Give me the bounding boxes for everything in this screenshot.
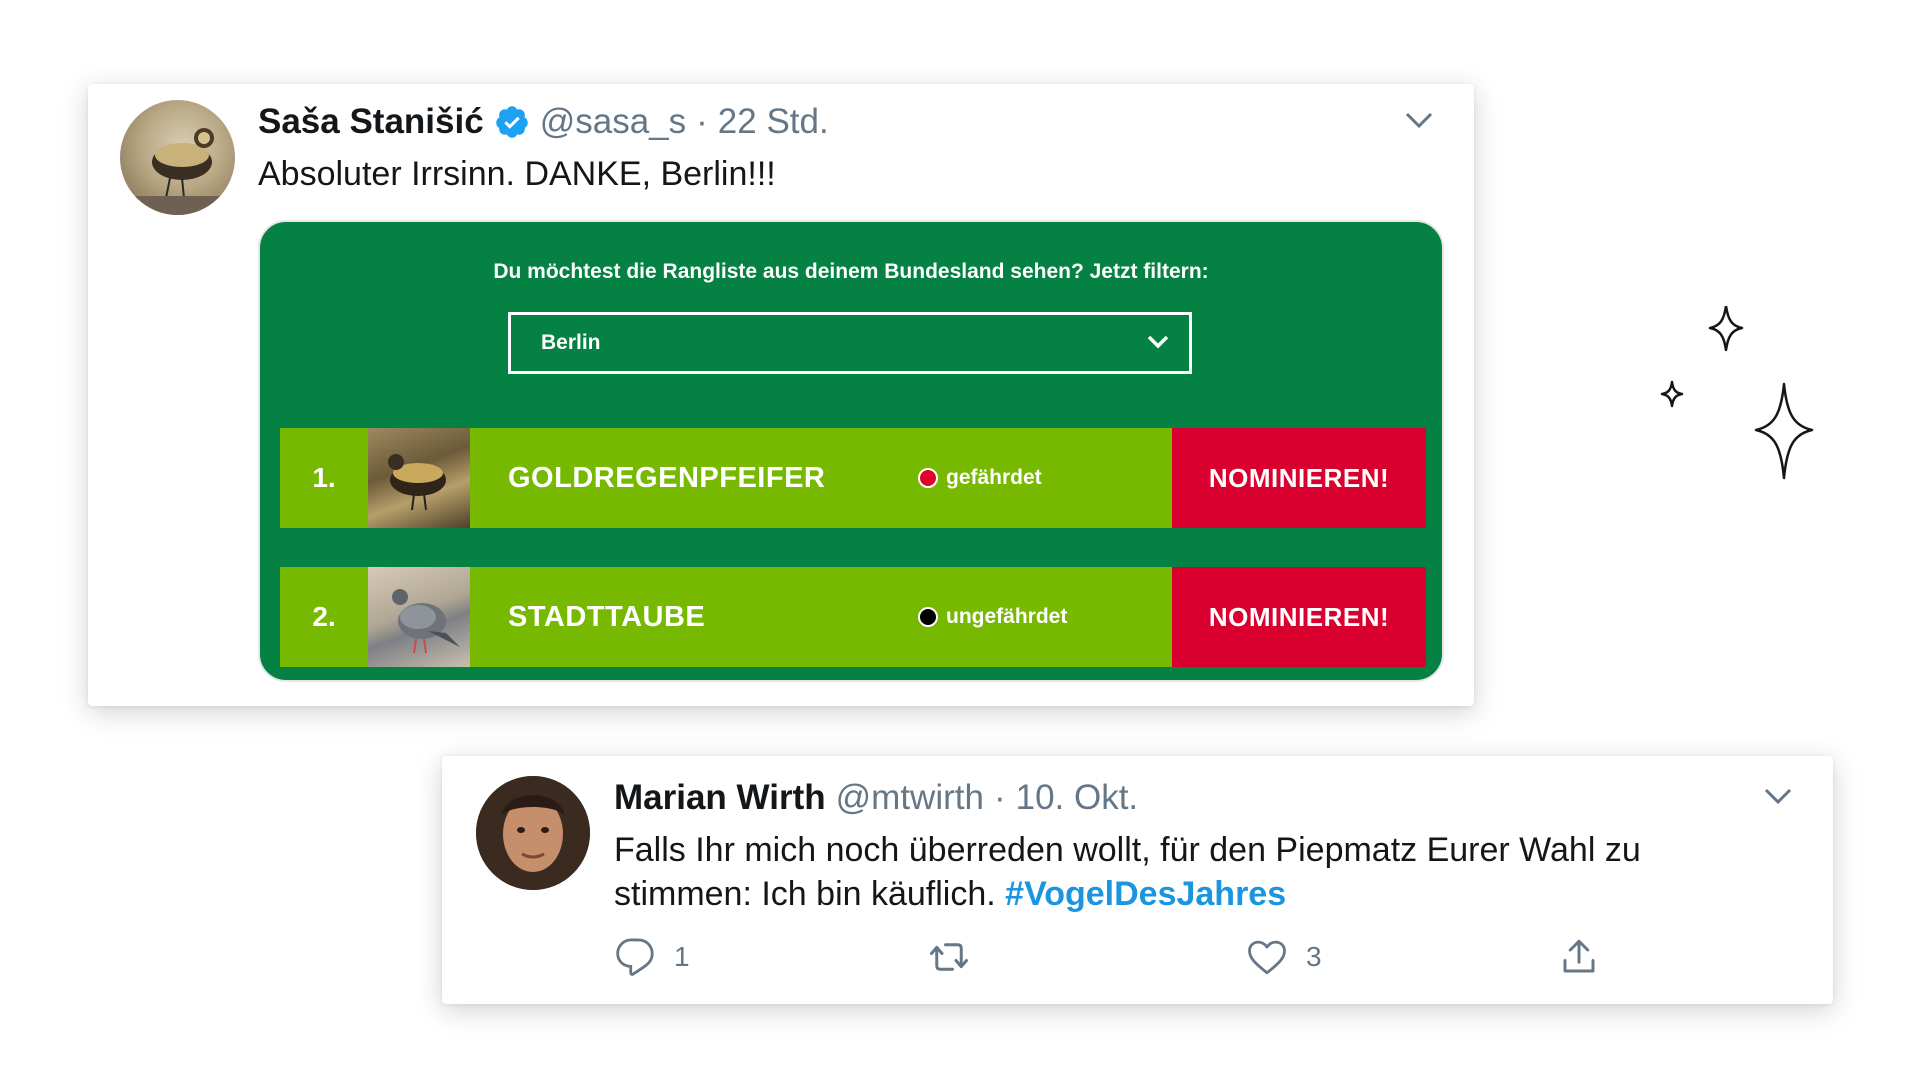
share-button[interactable] [1558,936,1600,978]
author-handle[interactable]: @mtwirth [836,778,984,818]
sparkle-icon [1660,306,1814,480]
separator-dot: · [993,778,1006,817]
bird-name: GOLDREGENPFEIFER [508,461,826,494]
reply-count: 1 [674,941,690,972]
bird-name: STADTTAUBE [508,600,706,633]
reply-button[interactable]: 1 [614,936,690,978]
avatar[interactable] [476,776,590,890]
tweet-timestamp[interactable]: 10. Okt. [1016,778,1139,818]
like-button[interactable]: 3 [1246,936,1322,978]
retweet-icon [930,943,968,971]
nominate-button[interactable]: NOMINIEREN! [1172,567,1426,667]
retweet-button[interactable] [928,936,970,978]
nominate-button[interactable]: NOMINIEREN! [1172,428,1426,528]
verified-badge-icon [494,104,530,140]
author-name[interactable]: Marian Wirth [614,778,826,818]
tweet-timestamp[interactable]: 22 Std. [718,102,829,142]
ranking-row: 1. GOLDREGENPFEIFER gefährdet NOMINIEREN [280,428,1426,528]
ranking-widget: Du möchtest die Rangliste aus deinem Bun… [258,220,1444,682]
like-count: 3 [1306,941,1322,972]
bird-photo [368,428,470,528]
filter-label: Du möchtest die Rangliste aus deinem Bun… [493,260,1209,283]
status-dot-icon [918,607,938,627]
status-label: ungefährdet [946,605,1068,628]
share-icon [1563,939,1595,973]
bird-photo [368,567,470,667]
bird-avatar-image [130,128,225,215]
tweet-card-marian: Marian Wirth @mtwirth · 10. Okt. Falls I… [442,756,1833,1004]
tweet-action-bar: 1 3 [614,936,1614,986]
separator-dot: · [696,102,708,141]
tweet-card-sasa: Saša Stanišić @sasa_s · 22 Std. Absolute… [88,84,1474,706]
tweet-text: Absoluter Irrsinn. DANKE, Berlin!!! [258,155,776,193]
rank-number: 2. [312,601,336,632]
avatar[interactable] [120,100,235,215]
tweet-text: Falls Ihr mich noch überreden wollt, für… [614,828,1764,916]
hashtag-link[interactable]: #VogelDesJahres [1005,875,1286,913]
reply-icon [616,938,654,976]
like-icon [1248,940,1286,975]
author-name[interactable]: Saša Stanišić [258,102,484,142]
status-label: gefährdet [946,466,1042,489]
ranking-row: 2. STADTTAUBE ungefährdet NOMINIEREN! [280,567,1426,667]
state-select-value: Berlin [541,331,601,354]
chevron-down-icon [1147,335,1169,349]
status-dot-icon [918,468,938,488]
screenshot-stage: Saša Stanišić @sasa_s · 22 Std. Absolute… [0,0,1920,1080]
tweet-header: Marian Wirth @mtwirth · 10. Okt. [614,778,1138,818]
tweet-header: Saša Stanišić @sasa_s · 22 Std. [258,102,829,142]
endangerment-status: gefährdet [918,466,1172,490]
author-handle[interactable]: @sasa_s [540,102,686,142]
chevron-down-icon[interactable] [1404,110,1434,130]
endangerment-status: ungefährdet [918,605,1172,629]
rank-number: 1. [312,462,336,493]
portrait-avatar-image [476,776,590,890]
state-select[interactable]: Berlin [508,312,1192,374]
chevron-down-icon[interactable] [1763,786,1793,806]
